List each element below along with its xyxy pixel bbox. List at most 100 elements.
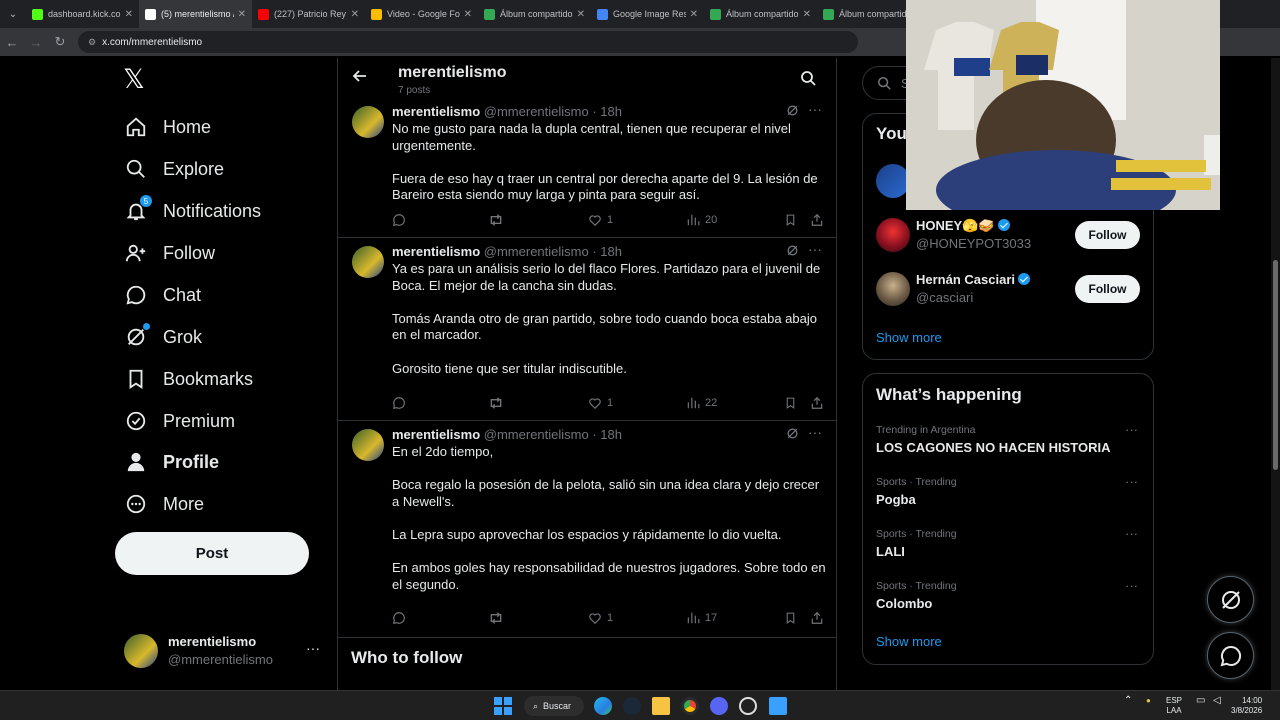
repost-icon[interactable] — [488, 396, 504, 410]
tab-close-icon[interactable]: ✕ — [690, 9, 698, 20]
show-more-link[interactable]: Show more — [876, 330, 942, 345]
language-indicator[interactable]: ESP LAA — [1166, 696, 1182, 716]
grok-explain-icon[interactable] — [786, 104, 799, 120]
chat-fab-button[interactable] — [1207, 632, 1254, 679]
tweet-time[interactable]: · 18h — [592, 427, 622, 442]
bookmark-icon[interactable] — [784, 611, 797, 625]
grok-fab-button[interactable] — [1207, 576, 1254, 623]
suggested-user-name[interactable]: HONEY🫣🥪 — [916, 218, 1010, 234]
browser-tab[interactable]: Video - Google Fotos ✕ — [365, 0, 478, 28]
account-switcher[interactable]: merentielismo @mmerentielismo ··· — [124, 632, 324, 672]
views-button[interactable]: 22 — [686, 396, 717, 410]
avatar[interactable] — [352, 106, 384, 138]
more-dots-icon[interactable]: ··· — [808, 101, 822, 117]
tab-close-icon[interactable]: ✕ — [803, 9, 811, 20]
share-icon[interactable] — [810, 396, 824, 410]
microphone-icon[interactable]: ● — [1146, 696, 1151, 706]
scrollbar-thumb[interactable] — [1273, 260, 1278, 470]
edge-icon[interactable] — [594, 697, 612, 715]
like-button[interactable]: 1 — [588, 213, 613, 227]
sidebar-item-home[interactable]: Home — [124, 107, 211, 147]
sidebar-item-grok[interactable]: Grok — [124, 317, 202, 357]
tray-chevron-icon[interactable]: ⌃ — [1124, 696, 1132, 706]
sidebar-item-explore[interactable]: Explore — [124, 149, 224, 189]
tab-search-icon[interactable]: ⌄ — [0, 0, 26, 28]
tab-close-icon[interactable]: ✕ — [464, 9, 472, 20]
tweet-time[interactable]: · 18h — [592, 244, 622, 259]
forward-icon[interactable]: → — [24, 35, 48, 50]
tweet[interactable]: merentielismo @mmerentielismo · 18h ··· … — [338, 98, 836, 238]
sidebar-item-premium[interactable]: Premium — [124, 401, 235, 441]
tweet-author-name[interactable]: merentielismo — [392, 244, 480, 259]
tweet-author-handle[interactable]: @mmerentielismo — [484, 427, 589, 442]
browser-tab[interactable]: (5) merentielismo / X ✕ — [139, 0, 252, 28]
more-dots-icon[interactable]: ··· — [306, 640, 320, 656]
follow-button[interactable]: Follow — [1075, 221, 1140, 249]
avatar[interactable] — [876, 218, 910, 252]
notepad-icon[interactable] — [769, 697, 787, 715]
x-logo-icon[interactable]: 𝕏 — [123, 66, 151, 94]
like-button[interactable]: 1 — [588, 396, 613, 410]
sidebar-item-notifications[interactable]: 5 Notifications — [124, 191, 261, 231]
sidebar-item-follow[interactable]: Follow — [124, 233, 215, 273]
sidebar-item-more[interactable]: More — [124, 484, 204, 524]
share-icon[interactable] — [810, 611, 824, 625]
sidebar-item-bookmarks[interactable]: Bookmarks — [124, 359, 253, 399]
more-dots-icon[interactable]: ··· — [1125, 526, 1138, 541]
more-dots-icon[interactable]: ··· — [1125, 578, 1138, 593]
obs-icon[interactable] — [739, 697, 757, 715]
views-button[interactable]: 20 — [686, 213, 717, 227]
sidebar-item-chat[interactable]: Chat — [124, 275, 201, 315]
reply-icon[interactable] — [392, 213, 406, 227]
follow-button[interactable]: Follow — [1075, 275, 1140, 303]
grok-explain-icon[interactable] — [786, 427, 799, 443]
reply-icon[interactable] — [392, 396, 406, 410]
page-scrollbar[interactable] — [1271, 58, 1280, 690]
post-button[interactable]: Post — [115, 532, 309, 575]
url-field[interactable]: ⚙ x.com/mmerentielismo — [78, 31, 858, 53]
back-arrow-icon[interactable] — [352, 68, 368, 89]
tweet[interactable]: merentielismo @mmerentielismo · 18h ··· … — [338, 238, 836, 421]
tweet[interactable]: merentielismo @mmerentielismo · 18h ··· … — [338, 421, 836, 638]
bookmark-icon[interactable] — [784, 396, 797, 410]
repost-icon[interactable] — [488, 213, 504, 227]
browser-tab[interactable]: dashboard.kick.com ✕ — [26, 0, 139, 28]
show-more-link[interactable]: Show more — [876, 634, 942, 649]
tweet-time[interactable]: · 18h — [592, 104, 622, 119]
more-dots-icon[interactable]: ··· — [1125, 422, 1138, 437]
repost-icon[interactable] — [488, 611, 504, 625]
tweet-author-handle[interactable]: @mmerentielismo — [484, 104, 589, 119]
browser-tab[interactable]: (227) Patricio Rey y sus Redonditos ✕ — [252, 0, 365, 28]
avatar[interactable] — [876, 272, 910, 306]
search-icon[interactable] — [800, 70, 816, 91]
steam-icon[interactable] — [623, 697, 641, 715]
bookmark-icon[interactable] — [784, 213, 797, 227]
more-dots-icon[interactable]: ··· — [808, 424, 822, 440]
discord-icon[interactable] — [710, 697, 728, 715]
like-button[interactable]: 1 — [588, 611, 613, 625]
tweet-author-handle[interactable]: @mmerentielismo — [484, 244, 589, 259]
reply-icon[interactable] — [392, 611, 406, 625]
file-explorer-icon[interactable] — [652, 697, 670, 715]
avatar[interactable] — [352, 429, 384, 461]
grok-explain-icon[interactable] — [786, 244, 799, 260]
views-button[interactable]: 17 — [686, 611, 717, 625]
avatar[interactable] — [876, 164, 910, 198]
sidebar-item-profile[interactable]: Profile — [124, 442, 219, 482]
taskbar-search[interactable]: ⌕ Buscar — [524, 696, 584, 716]
browser-tab[interactable]: Google Image Result ✕ — [591, 0, 704, 28]
chrome-icon[interactable] — [681, 697, 699, 715]
reload-icon[interactable]: ↻ — [48, 34, 72, 50]
tab-close-icon[interactable]: ✕ — [125, 9, 133, 20]
browser-tab[interactable]: Álbum compartido ✕ — [478, 0, 591, 28]
tweet-author-name[interactable]: merentielismo — [392, 104, 480, 119]
more-dots-icon[interactable]: ··· — [808, 241, 822, 257]
windows-start-icon[interactable] — [494, 697, 512, 715]
suggested-user-name[interactable]: Hernán Casciari — [916, 272, 1030, 287]
volume-icon[interactable]: ◁ — [1213, 696, 1221, 706]
more-dots-icon[interactable]: ··· — [1125, 474, 1138, 489]
tab-close-icon[interactable]: ✕ — [238, 9, 246, 20]
tab-close-icon[interactable]: ✕ — [577, 9, 585, 20]
site-info-icon[interactable]: ⚙ — [88, 37, 96, 48]
tweet-author-name[interactable]: merentielismo — [392, 427, 480, 442]
